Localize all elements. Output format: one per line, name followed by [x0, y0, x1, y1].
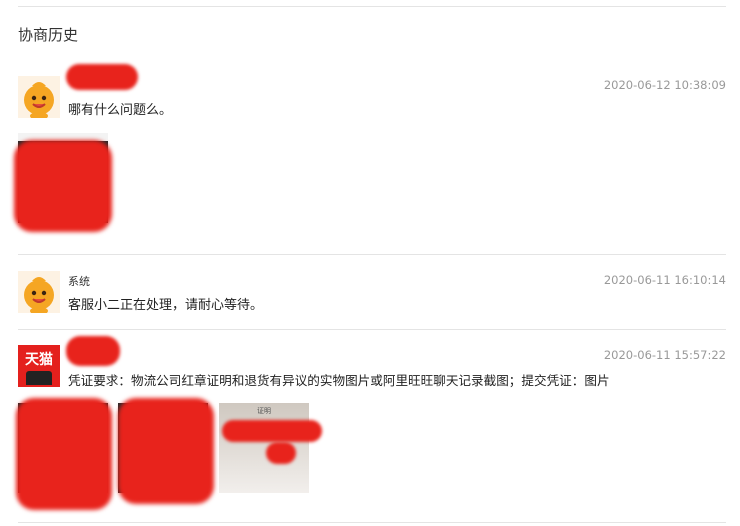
- message-text: 客服小二正在处理，请耐心等待。: [68, 298, 264, 313]
- redacted-sender-name: [66, 336, 120, 366]
- orange-mascot-avatar: [18, 76, 60, 120]
- redaction-mark: [222, 420, 322, 442]
- timestamp: 2020-06-12 10:38:09: [603, 78, 726, 92]
- tmall-avatar: 天猫: [18, 345, 60, 387]
- cat-icon: [26, 371, 52, 385]
- redaction-mark: [266, 442, 296, 464]
- orange-mascot-avatar: [18, 271, 60, 315]
- top-divider: [18, 6, 726, 7]
- message-text: 哪有什么问题么。: [68, 103, 173, 118]
- redaction-mark: [118, 398, 214, 504]
- tmall-logo-text: 天猫: [25, 352, 53, 368]
- timestamp: 2020-06-11 16:10:14: [603, 273, 726, 287]
- redaction-mark: [16, 398, 112, 510]
- bottom-divider: [18, 522, 726, 523]
- attachment-image[interactable]: 证明: [219, 403, 309, 493]
- message-text: 凭证要求：物流公司红章证明和退货有异议的实物图片或阿里旺旺聊天记录截图；提交凭证…: [68, 373, 610, 388]
- redacted-sender-name: [66, 64, 138, 90]
- timestamp: 2020-06-11 15:57:22: [603, 348, 726, 362]
- entry-divider: [18, 254, 726, 255]
- redaction-mark: [14, 140, 112, 232]
- entry-divider: [18, 329, 726, 330]
- sender-name: 系统: [68, 275, 90, 288]
- image-caption: 证明: [257, 407, 271, 415]
- page-title: 协商历史: [18, 26, 79, 44]
